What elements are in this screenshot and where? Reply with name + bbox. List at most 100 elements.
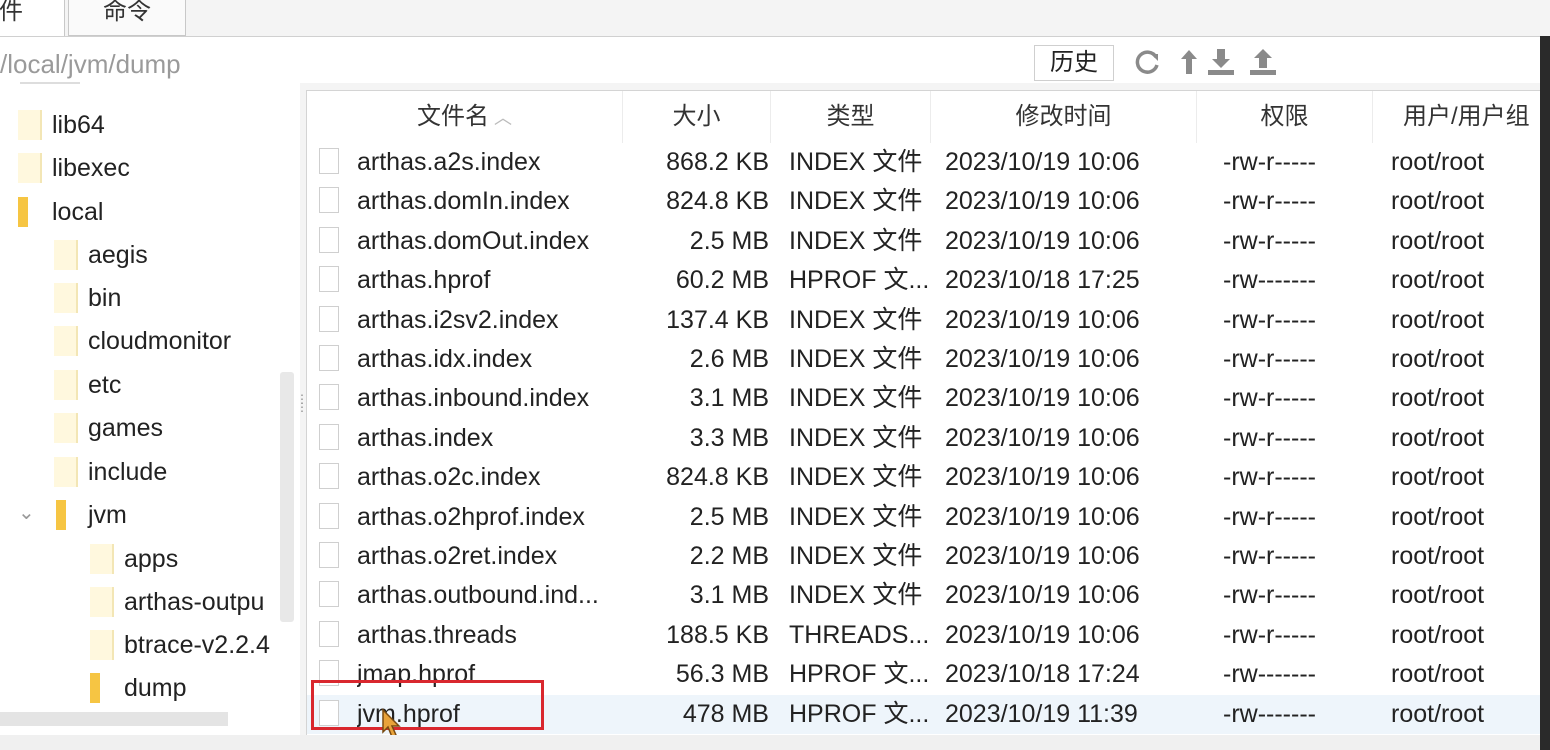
file-permissions: -rw-r-----: [1223, 542, 1316, 570]
table-row[interactable]: arthas.i2sv2.index 137.4 KB INDEX 文件 2023/1…: [307, 301, 1541, 340]
path-input[interactable]: /local/jvm/dump: [0, 49, 181, 80]
table-row[interactable]: arthas.threads 188.5 KB THREADS... 2023/10/…: [307, 616, 1541, 655]
refresh-icon[interactable]: [1132, 47, 1162, 77]
column-header-size[interactable]: 大小: [623, 91, 771, 143]
download-icon[interactable]: [1206, 47, 1236, 77]
file-size: 137.4 KB: [666, 305, 769, 334]
file-type: INDEX 文件: [789, 384, 923, 413]
file-owner: root/root: [1391, 345, 1485, 373]
file-modified: 2023/10/19 10:06: [945, 620, 1140, 649]
file-modified: 2023/10/18 17:25: [945, 266, 1140, 295]
table-row[interactable]: arthas.o2ret.index 2.2 MB INDEX 文件 2023/10/…: [307, 537, 1541, 576]
file-name: arthas.idx.index: [357, 345, 533, 373]
file-permissions: -rw-r-----: [1223, 345, 1316, 373]
table-row[interactable]: arthas.outbound.ind... 3.1 MB INDEX 文件 2023…: [307, 576, 1541, 615]
file-list: 文件名 ︿ 大小 类型 修改时间 权限 用户/用户组 arthas.a2s.in…: [306, 90, 1541, 736]
folder-icon: [18, 110, 42, 140]
folder-icon: [90, 544, 114, 574]
file-type: HPROF 文...: [789, 699, 930, 728]
table-row[interactable]: arthas.hprof 60.2 MB HPROF 文... 2023/10/18 …: [307, 261, 1541, 300]
tree-divider: [20, 82, 80, 92]
file-name: arthas.hprof: [357, 266, 491, 295]
column-header-name[interactable]: 文件名 ︿: [307, 91, 623, 143]
table-row[interactable]: arthas.domOut.index 2.5 MB INDEX 文件 2023/10…: [307, 222, 1541, 261]
folder-icon: [54, 413, 78, 443]
file-permissions: -rw-------: [1223, 660, 1316, 689]
file-owner: root/root: [1391, 502, 1485, 531]
file-icon: [319, 463, 339, 490]
file-permissions: -rw-r-----: [1223, 305, 1316, 334]
file-size: 868.2 KB: [666, 148, 769, 176]
sidebar-horizontal-scrollbar[interactable]: [0, 712, 228, 726]
file-icon: [319, 187, 339, 214]
file-icon: [319, 423, 339, 450]
folder-icon: [54, 326, 78, 356]
file-name: arthas.outbound.ind...: [357, 581, 599, 610]
file-type: INDEX 文件: [789, 187, 923, 216]
column-header-owner[interactable]: 用户/用户组: [1373, 91, 1541, 143]
folder-icon: [90, 587, 114, 617]
file-icon: [319, 226, 339, 253]
file-type: HPROF 文...: [789, 266, 930, 295]
table-row[interactable]: arthas.domIn.index 824.8 KB INDEX 文件 2023/1…: [307, 182, 1541, 221]
window-bottom-edge: [0, 735, 1540, 750]
up-arrow-icon[interactable]: [1174, 47, 1204, 77]
file-modified: 2023/10/18 17:24: [945, 660, 1140, 689]
file-modified: 2023/10/19 10:06: [945, 148, 1140, 176]
column-header-label: 文件名: [416, 103, 489, 130]
file-permissions: -rw-r-----: [1223, 581, 1316, 610]
file-modified: 2023/10/19 10:06: [945, 305, 1140, 334]
tree-item-label: games: [88, 414, 164, 442]
folder-icon: [90, 630, 114, 660]
tree-item-label: btrace-v2.2.4: [124, 631, 270, 659]
file-modified: 2023/10/19 10:06: [945, 581, 1140, 610]
file-type: INDEX 文件: [789, 581, 923, 610]
table-row[interactable]: arthas.o2hprof.index 2.5 MB INDEX 文件 2023/1…: [307, 498, 1541, 537]
folder-icon: [54, 283, 78, 313]
file-modified: 2023/10/19 10:06: [945, 502, 1140, 531]
file-size: 60.2 MB: [675, 266, 769, 295]
tab-commands[interactable]: 命令: [68, 0, 186, 36]
file-owner: root/root: [1391, 423, 1485, 452]
file-size: 478 MB: [682, 699, 769, 728]
file-name: arthas.index: [357, 423, 494, 452]
path-bar: /local/jvm/dump 历史: [0, 36, 1540, 83]
tree-item-label: lib64: [52, 111, 105, 139]
file-icon: [319, 266, 339, 293]
chevron-down-icon[interactable]: ⌄: [18, 496, 35, 530]
file-icon: [319, 345, 339, 371]
file-name: arthas.o2hprof.index: [357, 502, 585, 531]
tree-item-label: etc: [88, 371, 122, 399]
tab-bar: 件 命令: [0, 0, 1550, 38]
file-permissions: -rw-r-----: [1223, 187, 1316, 216]
file-icon: [319, 620, 339, 647]
table-row[interactable]: arthas.inbound.index 3.1 MB INDEX 文件 2023/1…: [307, 379, 1541, 418]
file-name: arthas.threads: [357, 620, 517, 649]
table-row[interactable]: arthas.index 3.3 MB INDEX 文件 2023/10/19 10:…: [307, 419, 1541, 458]
column-header-modified[interactable]: 修改时间: [931, 91, 1197, 143]
file-owner: root/root: [1391, 187, 1485, 216]
folder-tree: lib64 libexec local aegis bin cloudmonit…: [0, 82, 300, 750]
table-row[interactable]: arthas.a2s.index 868.2 KB INDEX 文件 2023/10/…: [307, 143, 1541, 182]
file-name: arthas.domOut.index: [357, 226, 590, 255]
pane-splitter[interactable]: ⋮ ⋮: [296, 393, 308, 425]
tree-item-label: include: [88, 458, 168, 486]
tab-files[interactable]: 件: [0, 0, 65, 38]
file-name: arthas.a2s.index: [357, 148, 541, 176]
column-header-type[interactable]: 类型: [771, 91, 931, 143]
history-button[interactable]: 历史: [1034, 45, 1114, 81]
file-size: 2.5 MB: [689, 226, 769, 255]
file-icon: [319, 305, 339, 332]
file-owner: root/root: [1391, 148, 1485, 176]
file-size: 824.8 KB: [666, 463, 769, 492]
tree-item-label: libexec: [52, 154, 130, 182]
upload-icon[interactable]: [1248, 47, 1278, 77]
file-permissions: -rw-r-----: [1223, 463, 1316, 492]
table-row[interactable]: arthas.idx.index 2.6 MB INDEX 文件 2023/10/19…: [307, 340, 1541, 379]
tree-item-label: bin: [88, 284, 122, 312]
folder-open-icon: [56, 500, 66, 530]
table-row[interactable]: arthas.o2c.index 824.8 KB INDEX 文件 2023/10/…: [307, 458, 1541, 497]
column-header-permissions[interactable]: 权限: [1197, 91, 1373, 143]
file-icon: [319, 384, 339, 411]
sidebar-scrollbar[interactable]: [280, 372, 294, 622]
